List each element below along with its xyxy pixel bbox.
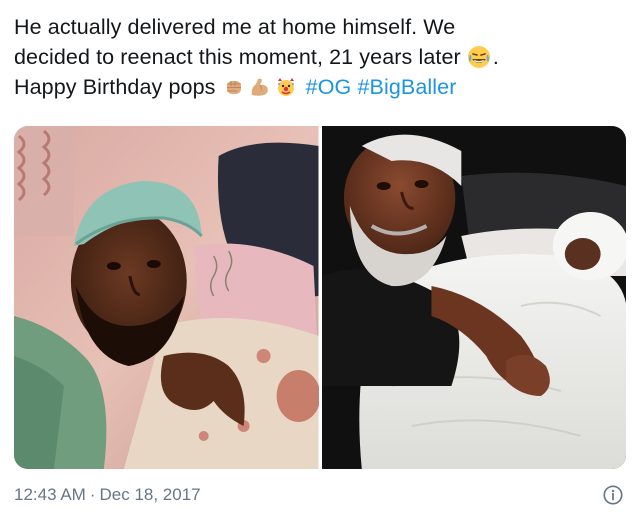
- tweet-text-line-2-end: .: [492, 45, 499, 69]
- tweet-meta: 12:43 AM · Dec 18, 2017: [14, 483, 626, 507]
- tweet-text: He actually delivered me at home himself…: [14, 12, 626, 102]
- hashtag-og[interactable]: #OG: [306, 75, 352, 99]
- tweet-timestamp[interactable]: 12:43 AM · Dec 18, 2017: [14, 485, 201, 505]
- tweet-text-line-2-text: decided to reenact this moment, 21 years…: [14, 45, 461, 69]
- photo-reenactment[interactable]: [321, 126, 626, 469]
- tweet-date: Dec 18, 2017: [99, 485, 201, 504]
- tweet-text-line-3-text: Happy Birthday pops: [14, 75, 216, 99]
- info-circle-icon[interactable]: [602, 484, 624, 506]
- tweet-card: He actually delivered me at home himself…: [0, 0, 640, 520]
- flexed-bicep-emoji: [248, 75, 272, 99]
- timestamp-separator: ·: [89, 485, 96, 504]
- clown-sparkle-emoji: [274, 75, 298, 99]
- tweet-text-line-3: Happy Birthday pops #OG #BigBaller: [14, 72, 626, 102]
- photo-grid: [14, 126, 626, 469]
- fist-medium-skin-emoji: [222, 75, 246, 99]
- tweet-text-line-2: decided to reenact this moment, 21 years…: [14, 42, 626, 72]
- hashtag-bigballer[interactable]: #BigBaller: [357, 75, 456, 99]
- photo-1997-delivery[interactable]: [14, 126, 319, 469]
- tweet-text-line-1: He actually delivered me at home himself…: [14, 15, 456, 39]
- laughing-tears-emoji: [467, 45, 491, 69]
- tweet-time: 12:43 AM: [14, 485, 86, 504]
